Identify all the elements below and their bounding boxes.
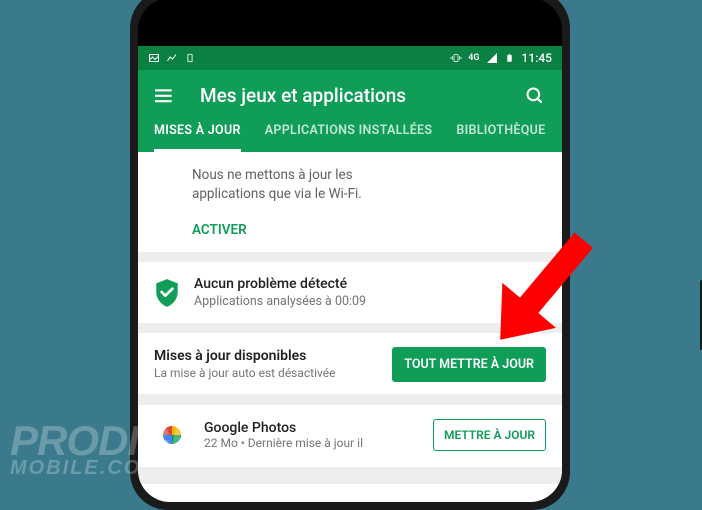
wifi-info-card: Nous ne mettons à jour les applications … [138,152,562,252]
menu-icon[interactable] [154,85,176,107]
shield-icon [154,278,180,308]
tab-updates[interactable]: MISES À JOUR [154,123,241,152]
status-bar: 4G 11:45 [138,46,562,70]
signal-icon [486,52,498,64]
network-label: 4G [468,53,479,63]
clock: 11:45 [522,51,552,65]
image-icon [148,52,160,64]
wifi-info-line1: Nous ne mettons à jour les [192,166,546,185]
updates-title: Mises à jour disponibles [154,348,336,364]
app-name: Google Photos [204,420,419,436]
chart-icon [166,52,178,64]
app-meta: 22 Mo • Dernière mise à jour il [204,436,419,450]
tabs: MISES À JOUR APPLICATIONS INSTALLÉES BIB… [154,123,546,152]
app-row-google-photos[interactable]: Google Photos 22 Mo • Dernière mise à jo… [138,404,562,467]
updates-header: Mises à jour disponibles La mise à jour … [154,347,546,382]
protect-title: Aucun problème détecté [194,276,366,292]
activate-button[interactable]: ACTIVER [192,222,247,238]
wifi-info-line2: applications que via le Wi-Fi. [192,185,546,204]
battery-icon [504,52,516,64]
vibrate-icon [450,52,462,64]
tab-library[interactable]: BIBLIOTHÈQUE [456,123,545,152]
update-all-button[interactable]: TOUT METTRE À JOUR [392,347,546,382]
play-protect-card[interactable]: Aucun problème détecté Applications anal… [138,262,562,323]
protect-subtitle: Applications analysées à 00:09 [194,294,366,309]
update-button[interactable]: METTRE À JOUR [433,419,546,451]
updates-subtitle: La mise à jour auto est désactivée [154,366,336,380]
google-photos-icon [154,417,190,453]
app-header: Mes jeux et applications MISES À JOUR AP… [138,70,562,152]
content-area: Nous ne mettons à jour les applications … [138,152,562,484]
device-icon [184,52,196,64]
page-title: Mes jeux et applications [200,84,500,107]
search-icon[interactable] [524,85,546,107]
tab-installed[interactable]: APPLICATIONS INSTALLÉES [265,123,433,152]
